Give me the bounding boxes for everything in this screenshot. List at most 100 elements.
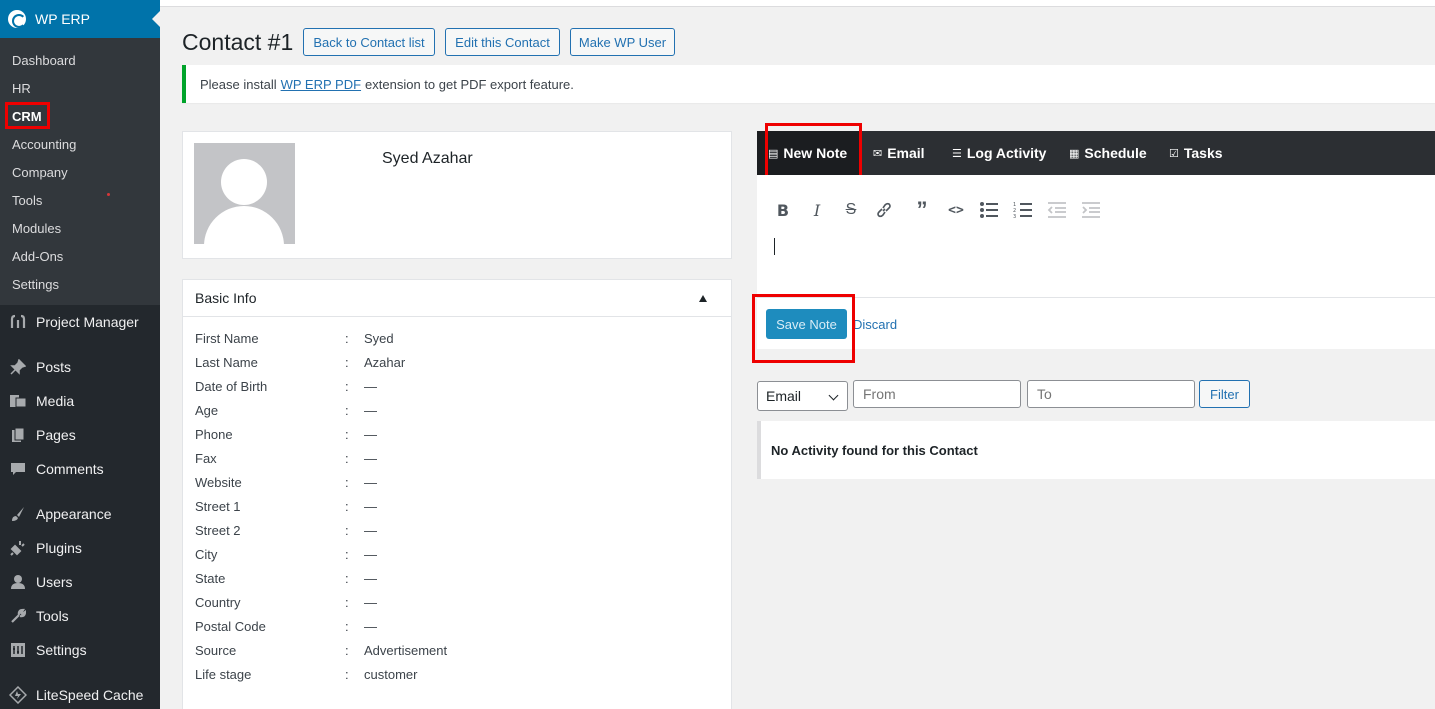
menu-settings[interactable]: Settings [8,640,87,660]
avatar-body [204,206,284,244]
user-icon [8,572,28,592]
comment-icon [8,459,28,479]
submenu-hr[interactable]: HR [12,80,31,98]
info-separator: : [345,499,349,514]
submenu-accounting[interactable]: Accounting [12,136,76,154]
submenu-modules[interactable]: Modules [12,220,61,238]
notice-suffix: extension to get PDF export feature. [365,76,574,92]
checkbox-icon: ☑ [1169,147,1179,160]
tab-tasks[interactable]: ☑ Tasks [1169,131,1223,175]
info-value: — [364,571,377,586]
info-separator: : [345,547,349,562]
tab-email[interactable]: ✉ Email [873,131,925,175]
indent-icon[interactable] [1081,200,1101,220]
info-label: Age [195,403,219,418]
menu-label: LiteSpeed Cache [36,687,144,703]
code-icon[interactable]: <> [946,200,966,220]
avatar-head [221,159,267,205]
collapse-arrow-icon[interactable] [699,295,707,302]
current-menu-arrow [152,11,160,27]
to-date-input[interactable] [1027,380,1195,408]
menu-appearance[interactable]: Appearance [8,504,112,524]
menu-plugins[interactable]: Plugins [8,538,82,558]
menu-posts[interactable]: Posts [8,357,71,377]
info-separator: : [345,643,349,658]
menu-label: Media [36,393,75,409]
menu-label: Posts [36,359,72,375]
menu-label: Plugins [36,540,82,556]
basic-info-header[interactable]: Basic Info [183,280,731,317]
submenu-add-ons[interactable]: Add-Ons [12,248,63,266]
wp-erp-logo-icon [8,10,26,28]
bold-icon[interactable]: B [773,200,793,220]
info-value: Azahar [364,355,406,370]
info-label: Country [195,595,241,610]
pin-icon [8,357,28,377]
menu-tools[interactable]: Tools [8,606,69,626]
info-separator: : [345,475,349,490]
crm-highlight-box [5,102,50,129]
info-value: — [364,619,377,634]
wrench-icon [8,606,28,626]
menu-litespeed-cache[interactable]: LiteSpeed Cache [8,685,143,705]
project-manager-icon [8,312,28,332]
wp-erp-pdf-link[interactable]: WP ERP PDF [281,77,361,92]
numbered-list-icon[interactable]: 123 [1013,200,1033,220]
info-label: Street 2 [195,523,241,538]
strikethrough-icon[interactable]: S [841,200,861,220]
edit-contact-button[interactable]: Edit this Contact [445,28,560,56]
bullet-list-icon[interactable] [979,200,999,220]
info-separator: : [345,355,349,370]
submenu-settings[interactable]: Settings [12,276,59,294]
menu-comments[interactable]: Comments [8,459,104,479]
info-separator: : [345,451,349,466]
info-value: — [364,403,377,418]
tab-label: Schedule [1084,145,1147,161]
tab-label: Log Activity [966,145,1047,161]
from-date-input[interactable] [853,380,1021,408]
discard-link[interactable]: Discard [853,317,897,332]
menu-project-manager[interactable]: Project Manager [8,312,139,332]
tab-log-activity[interactable]: ☰ Log Activity [952,131,1046,175]
filter-button[interactable]: Filter [1199,380,1250,408]
svg-text:3: 3 [1013,214,1016,219]
text-cursor [774,238,775,255]
info-value: — [364,523,377,538]
info-separator: : [345,595,349,610]
plugin-icon [8,538,28,558]
wp-erp-menu-header[interactable]: WP ERP [0,0,160,38]
link-icon[interactable] [874,200,894,220]
admin-top-bar [160,0,1435,7]
menu-media[interactable]: Media [8,391,74,411]
menu-users[interactable]: Users [8,572,73,592]
info-label: Website [195,475,242,490]
info-value: — [364,595,377,610]
info-separator: : [345,523,349,538]
note-editor[interactable]: B I S ” <> 123 [757,175,1435,298]
info-separator: : [345,331,349,346]
submenu-company[interactable]: Company [12,164,68,182]
tab-schedule[interactable]: ▦ Schedule [1069,131,1147,175]
litespeed-icon [8,685,28,705]
activity-type-select[interactable]: Email [757,381,848,411]
make-wp-user-button[interactable]: Make WP User [570,28,675,56]
outdent-icon[interactable] [1047,200,1067,220]
basic-info-title: Basic Info [195,290,257,306]
info-value: — [364,451,377,466]
envelope-icon: ✉ [873,147,883,160]
notice-prefix: Please install [200,76,277,92]
chevron-down-icon [828,390,839,401]
back-to-contact-list-button[interactable]: Back to Contact list [303,28,435,56]
italic-icon[interactable]: I [807,200,827,220]
blockquote-icon[interactable]: ” [912,197,932,222]
info-label: Source [195,643,237,658]
tab-label: Email [887,145,925,161]
info-value: — [364,475,377,490]
info-label: Street 1 [195,499,241,514]
info-value: Advertisement [364,643,448,658]
menu-pages[interactable]: Pages [8,425,76,445]
info-value: — [364,547,377,562]
submenu-dashboard[interactable]: Dashboard [12,52,76,70]
settings-icon [8,640,28,660]
submenu-tools[interactable]: Tools [12,192,42,210]
